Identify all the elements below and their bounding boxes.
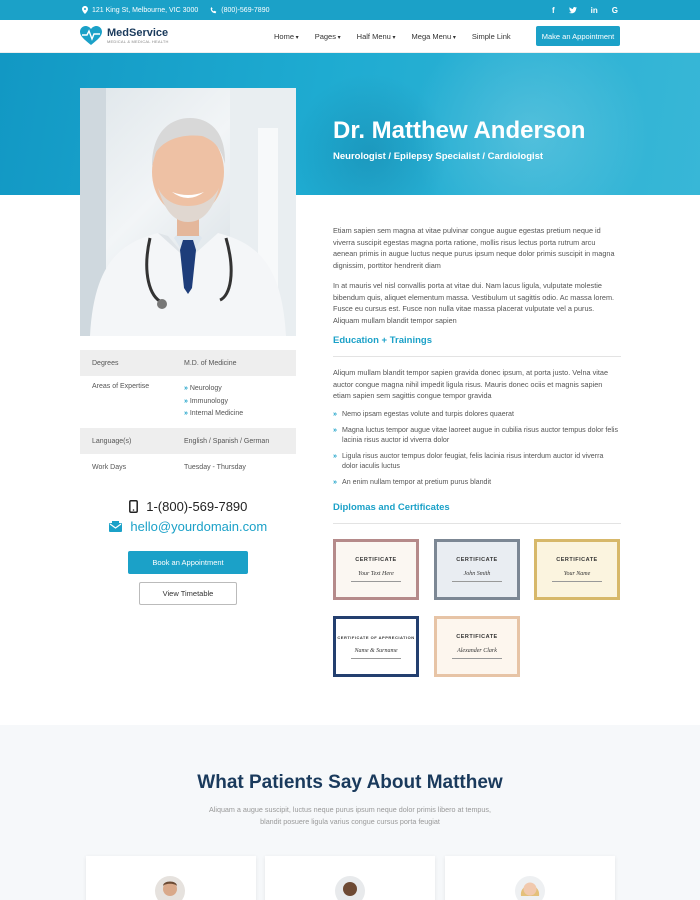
- make-appointment-button[interactable]: Make an Appointment: [536, 26, 620, 46]
- expertise-list: Neurology Immunology Internal Medicine: [184, 383, 243, 428]
- degrees-label: Degrees: [92, 359, 119, 367]
- contact-info: 121 King St, Melbourne, VIC 3000 (800)-5…: [82, 0, 270, 20]
- nav-pages[interactable]: Pages: [315, 32, 341, 41]
- facebook-icon[interactable]: f: [552, 6, 555, 15]
- certificate-5[interactable]: CERTIFICATE Alexander Clark: [434, 616, 520, 677]
- section-divider: [333, 523, 621, 524]
- main-nav: Home Pages Half Menu Mega Menu Simple Li…: [274, 20, 511, 53]
- certificate-line: [452, 658, 502, 659]
- degrees-value: M.D. of Medicine: [184, 359, 237, 367]
- certificate-4[interactable]: CERTIFICATE OF APPRECIATION Name & Surna…: [333, 616, 419, 677]
- certificate-3[interactable]: CERTIFICATE Your Name: [534, 539, 620, 600]
- site-logo[interactable]: MedService MEDICAL & MEDICAL HEALTH: [80, 26, 169, 46]
- certificate-2[interactable]: CERTIFICATE John Smith: [434, 539, 520, 600]
- education-item: Ligula risus auctor tempus dolor feugiat…: [333, 451, 621, 472]
- nav-simple-link[interactable]: Simple Link: [472, 32, 511, 41]
- expertise-item: Immunology: [184, 396, 243, 409]
- contact-email[interactable]: hello@yourdomain.com: [80, 519, 296, 534]
- phone-icon: [210, 6, 217, 13]
- twitter-icon[interactable]: [568, 6, 577, 14]
- info-row-degrees: Degrees M.D. of Medicine: [80, 350, 296, 376]
- expertise-label: Areas of Expertise: [92, 383, 150, 390]
- expertise-item: Internal Medicine: [184, 408, 243, 421]
- view-timetable-button[interactable]: View Timetable: [139, 582, 237, 605]
- education-item: Nemo ipsam egestas volute and turpis dol…: [333, 409, 621, 420]
- certificate-signature: Your Text Here: [358, 571, 394, 577]
- google-icon[interactable]: G: [612, 6, 618, 15]
- address-item: 121 King St, Melbourne, VIC 3000: [82, 6, 198, 14]
- nav-home[interactable]: Home: [274, 32, 299, 41]
- certificate-signature: Your Name: [563, 571, 591, 577]
- doctor-name: Dr. Matthew Anderson: [333, 117, 586, 144]
- doctor-illustration: [80, 88, 296, 336]
- envelope-icon: [108, 521, 122, 532]
- certificate-line: [552, 581, 602, 582]
- avatar: [515, 876, 545, 900]
- language-label: Language(s): [92, 437, 132, 445]
- education-text: Aliqum mullam blandit tempor sapien grav…: [333, 368, 608, 401]
- certificate-line: [452, 581, 502, 582]
- logo-tagline: MEDICAL & MEDICAL HEALTH: [107, 39, 169, 44]
- certificate-heading: CERTIFICATE: [456, 557, 498, 563]
- info-row-language: Language(s) English / Spanish / German: [80, 428, 296, 454]
- doctor-info-table: Degrees M.D. of Medicine Areas of Expert…: [80, 350, 296, 480]
- certificate-1[interactable]: CERTIFICATE Your Text Here: [333, 539, 419, 600]
- main-header: MedService MEDICAL & MEDICAL HEALTH Home…: [0, 20, 700, 53]
- workdays-label: Work Days: [92, 463, 127, 471]
- education-item: Magna luctus tempor augue vitae laoreet …: [333, 425, 621, 446]
- avatar: [155, 876, 185, 900]
- certificate-signature: Alexander Clark: [457, 648, 497, 654]
- certificate-heading: CERTIFICATE: [456, 634, 498, 640]
- info-row-expertise: Areas of Expertise Neurology Immunology …: [80, 376, 296, 428]
- doctor-photo: [80, 88, 296, 336]
- phone-item[interactable]: (800)-569-7890: [210, 6, 270, 14]
- section-divider: [333, 356, 621, 357]
- avatar: [335, 876, 365, 900]
- workdays-value: Tuesday - Thursday: [184, 463, 246, 471]
- social-links: f in G: [552, 0, 618, 20]
- book-appointment-button[interactable]: Book an Appointment: [128, 551, 248, 574]
- certificate-line: [351, 581, 401, 582]
- top-info-bar: 121 King St, Melbourne, VIC 3000 (800)-5…: [0, 0, 700, 20]
- mobile-phone-icon: [128, 500, 138, 513]
- language-value: English / Spanish / German: [184, 437, 270, 445]
- nav-half-menu[interactable]: Half Menu: [357, 32, 396, 41]
- certificate-line: [351, 657, 401, 659]
- contact-phone[interactable]: 1-(800)-569-7890: [80, 499, 296, 514]
- testimonials-subtitle: Aliquam a augue suscipit, luctus neque p…: [208, 805, 492, 826]
- doctor-specialty: Neurologist / Epilepsy Specialist / Card…: [333, 151, 544, 162]
- contact-email-text: hello@yourdomain.com: [130, 519, 268, 534]
- phone-text: (800)-569-7890: [221, 6, 270, 14]
- education-item: An enim nullam tempor at pretium purus b…: [333, 477, 621, 488]
- linkedin-icon[interactable]: in: [591, 6, 598, 15]
- certificate-signature: Name & Surname: [354, 647, 398, 654]
- about-paragraph-2: In at mauris vel nisl convallis porta at…: [333, 281, 615, 325]
- nav-mega-menu[interactable]: Mega Menu: [412, 32, 456, 41]
- certificate-signature: John Smith: [463, 571, 491, 577]
- testimonials-title: What Patients Say About Matthew: [197, 772, 503, 793]
- map-pin-icon: [82, 6, 88, 14]
- info-row-workdays: Work Days Tuesday - Thursday: [80, 454, 296, 480]
- expertise-item: Neurology: [184, 383, 243, 396]
- address-text: 121 King St, Melbourne, VIC 3000: [92, 6, 199, 14]
- certificate-heading: CERTIFICATE: [556, 557, 598, 563]
- certificate-heading: CERTIFICATE OF APPRECIATION: [337, 634, 415, 640]
- about-paragraph-1: Etiam sapien sem magna at vitae pulvinar…: [333, 226, 615, 270]
- heart-pulse-icon: [80, 26, 102, 45]
- contact-phone-text: 1-(800)-569-7890: [146, 499, 248, 514]
- logo-name: MedService: [107, 27, 169, 39]
- education-list: Nemo ipsam egestas volute and turpis dol…: [333, 409, 621, 492]
- education-title: Education + Trainings: [333, 335, 432, 346]
- certificate-heading: CERTIFICATE: [355, 557, 397, 563]
- diplomas-title: Diplomas and Certificates: [333, 502, 450, 513]
